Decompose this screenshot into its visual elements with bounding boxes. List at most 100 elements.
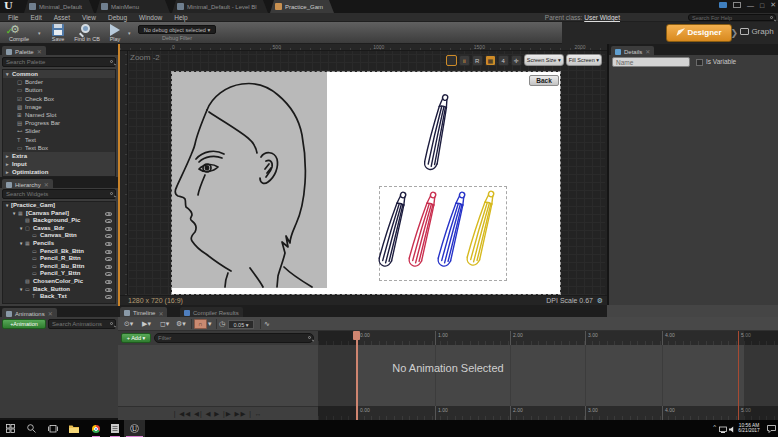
notification-icon[interactable] — [767, 425, 776, 433]
localization-preview-button[interactable]: ii — [459, 55, 470, 66]
minimize-button[interactable]: — — [747, 2, 754, 9]
settings-gear-icon[interactable]: ⚙▾ — [176, 319, 186, 329]
unreal-taskbar-button[interactable]: U — [124, 420, 145, 437]
close-icon[interactable]: ✕ — [48, 310, 53, 317]
widget-name-input[interactable]: Name — [612, 57, 690, 67]
hierarchy-row-background_pic[interactable]: ▨Background_Pic — [3, 217, 115, 225]
hierarchy-row-cavas_bdr[interactable]: ▾▢Cavas_Bdr — [3, 225, 115, 233]
hierarchy-row-back_txt[interactable]: TBack_Txt — [3, 293, 115, 301]
debug-object-dropdown[interactable]: No debug object selected ▾ — [138, 25, 216, 34]
play-options-caret[interactable]: ▾ — [128, 30, 131, 36]
tray-expand-icon[interactable]: ^ — [713, 424, 716, 430]
maximize-button[interactable]: □ — [760, 2, 764, 9]
hierarchy-row-pencils[interactable]: ▾▦Pencils — [3, 240, 115, 248]
app-button[interactable] — [106, 420, 124, 437]
palette-item-slider[interactable]: ⊷Slider — [3, 127, 115, 135]
screen-size-dropdown[interactable]: Screen Size ▾ — [524, 54, 564, 66]
playhead-handle[interactable] — [353, 331, 360, 340]
hierarchy-search-input[interactable]: Search Widgets — [2, 189, 116, 199]
hierarchy-row-back_button[interactable]: ▾▭Back_Button — [3, 286, 115, 294]
hierarchy-row-chosencolor_pic[interactable]: ▨ChosenColor_Pic — [3, 278, 115, 286]
menu-file[interactable]: File — [8, 13, 18, 22]
hierarchy-row-canvas_bttn[interactable]: ▭Canvas_Bttn — [3, 232, 115, 240]
taskbar-clock[interactable]: 10:56 AM6/21/2017 — [733, 423, 765, 435]
key-options-caret[interactable]: ▾ — [208, 319, 212, 329]
hierarchy-row-pencil_r_bttn[interactable]: ▭Pencil_R_Bttn — [3, 255, 115, 263]
palette-item-check-box[interactable]: ☑Check Box — [3, 95, 115, 103]
visibility-eye-icon[interactable] — [105, 250, 112, 254]
stop-options-icon[interactable]: ◻▾ — [160, 319, 169, 329]
palette-item-button[interactable]: ▭Button — [3, 86, 115, 94]
visibility-eye-icon[interactable] — [105, 242, 112, 246]
background-picture[interactable] — [172, 72, 327, 288]
tab-palette[interactable]: Palette✕ — [2, 46, 46, 57]
menu-asset[interactable]: Asset — [54, 13, 70, 22]
close-button[interactable]: ✕ — [770, 1, 776, 9]
fill-screen-dropdown[interactable]: Fill Screen ▾ — [566, 54, 602, 66]
menu-view[interactable]: View — [82, 13, 96, 22]
palette-item-image[interactable]: ▨Image — [3, 103, 115, 111]
compile-button[interactable]: ⚙ ✓ Compile — [2, 23, 36, 43]
file-explorer-button[interactable] — [63, 420, 84, 437]
layout-icon[interactable] — [733, 2, 741, 8]
is-variable-checkbox[interactable] — [696, 59, 703, 66]
canvas-viewport[interactable]: Back — [128, 51, 605, 295]
back-button[interactable]: Back — [529, 75, 559, 86]
hierarchy-row-pencil_bk_bttn[interactable]: ▭Pencil_Bk_Bttn — [3, 248, 115, 256]
palette-section-common[interactable]: ▾Common — [3, 70, 115, 78]
play-button[interactable]: Play — [104, 23, 126, 43]
palette-item-progress-bar[interactable]: ▤Progress Bar — [3, 119, 115, 127]
visibility-eye-icon[interactable] — [105, 280, 112, 284]
palette-section-optimization[interactable]: ▸Optimization — [3, 168, 115, 176]
add-track-button[interactable]: + Add ▾ — [121, 333, 151, 343]
help-search-input[interactable]: Search For Help — [688, 14, 776, 21]
snap-size-button[interactable]: 4 — [498, 55, 509, 66]
visibility-eye-icon[interactable] — [105, 272, 112, 276]
palette-section-input[interactable]: ▸Input — [3, 160, 115, 168]
menu-debug[interactable]: Debug — [108, 13, 127, 22]
graph-button[interactable]: Graph — [738, 24, 776, 42]
end-time-marker[interactable] — [738, 331, 739, 420]
save-button[interactable]: Save — [46, 23, 70, 43]
palette-item-text[interactable]: TText — [3, 136, 115, 144]
visibility-eye-icon[interactable] — [105, 219, 112, 223]
dpi-settings-gear-icon[interactable]: ⚙ — [597, 297, 603, 305]
palette-item-named-slot[interactable]: ⊞Named Slot — [3, 111, 115, 119]
resize-mode-button[interactable]: ✛ — [511, 55, 522, 66]
palette-search-input[interactable]: Search Palette — [2, 57, 116, 67]
flow-direction-button[interactable]: R — [472, 55, 483, 66]
playback-options-icon[interactable]: ▶▾ — [142, 319, 151, 329]
tab-animations[interactable]: Animations✕ — [2, 308, 57, 319]
curve-editor-icon[interactable]: ∿ — [264, 319, 270, 329]
parent-class-link[interactable]: User Widget — [584, 14, 620, 21]
close-icon[interactable]: ✕ — [37, 48, 42, 55]
transport-controls[interactable]: | ◀◀ ◀| ◀ ▶ |▶ ▶▶ | ↔ — [118, 406, 318, 420]
doc-tab-0[interactable]: Minimal_Default — [24, 0, 94, 13]
add-animation-button[interactable]: +Animation — [2, 319, 46, 329]
visibility-eye-icon[interactable] — [105, 212, 112, 216]
palette-section-extra[interactable]: ▸Extra — [3, 152, 115, 160]
visibility-eye-icon[interactable] — [105, 234, 112, 238]
grid-snap-button[interactable]: ▦ — [485, 55, 496, 66]
task-view-button[interactable] — [42, 420, 63, 437]
start-button[interactable] — [0, 420, 21, 437]
widget-canvas[interactable]: Back — [172, 72, 560, 294]
snap-time-icon[interactable]: ◷ — [219, 319, 225, 329]
menu-edit[interactable]: Edit — [30, 13, 41, 22]
close-icon[interactable]: ✕ — [645, 48, 650, 55]
hierarchy-row-pencil_y_bttn[interactable]: ▭Pencil_Y_Bttn — [3, 270, 115, 278]
hierarchy-row-practice_gam[interactable]: ▾[Practice_Gam] — [3, 202, 115, 210]
visibility-eye-icon[interactable] — [105, 288, 112, 292]
playhead[interactable] — [356, 331, 358, 420]
doc-tab-1[interactable]: MainMenu — [96, 0, 170, 13]
visibility-eye-icon[interactable] — [105, 257, 112, 261]
feedback-icon[interactable] — [719, 2, 727, 8]
timeline-filter-input[interactable]: Filter — [154, 333, 314, 343]
view-options-icon[interactable]: ⊙▾ — [124, 319, 133, 329]
menu-help[interactable]: Help — [174, 13, 187, 22]
chrome-button[interactable] — [85, 420, 106, 437]
animations-search-input[interactable]: Search Animations — [48, 319, 116, 329]
timeline-ruler-top[interactable]: 0.001.002.003.004.005.00 — [318, 331, 778, 345]
doc-tab-3[interactable]: Practice_Gam — [270, 0, 334, 13]
close-icon[interactable]: ✕ — [158, 310, 163, 317]
